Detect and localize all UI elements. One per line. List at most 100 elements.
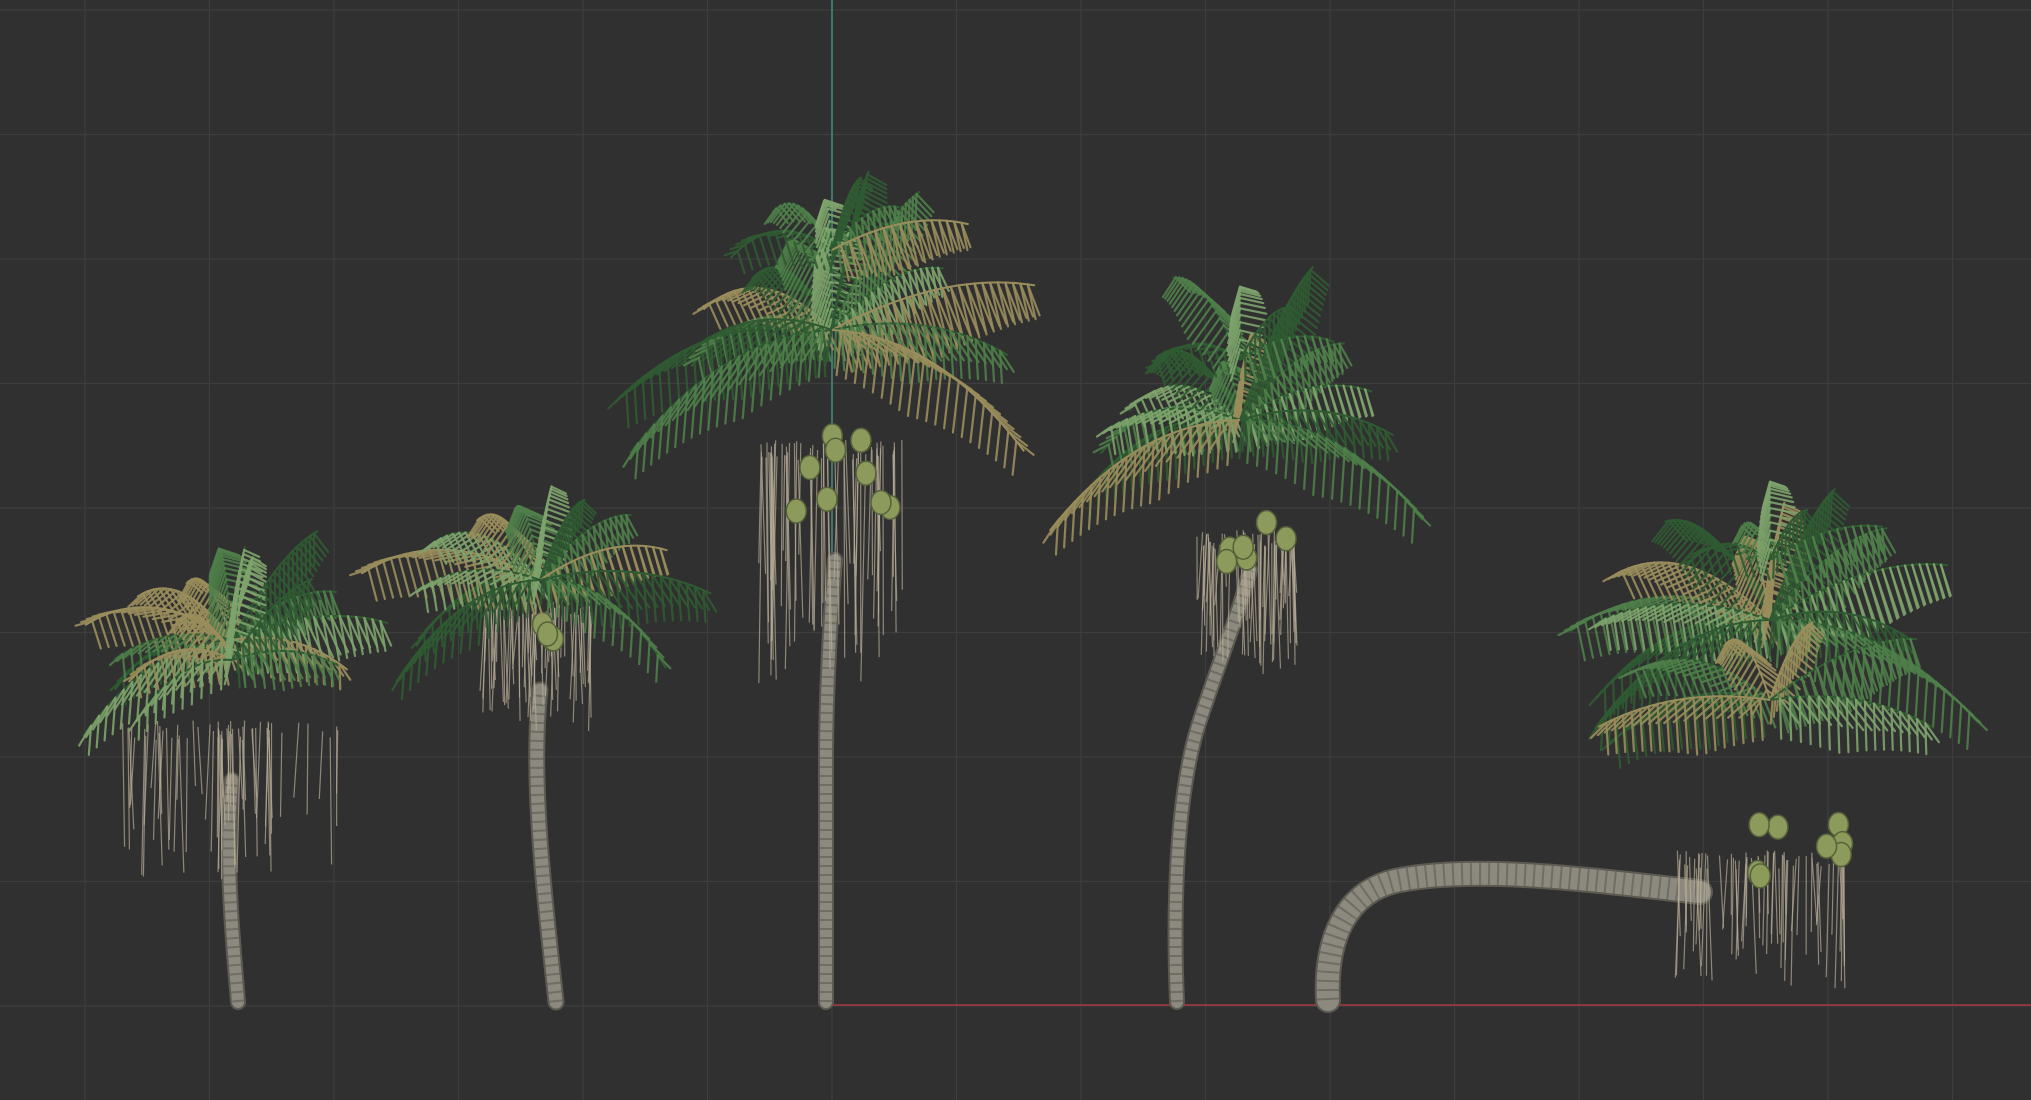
frond-leaflet: [1776, 540, 1780, 574]
frond-leaflet: [172, 677, 176, 714]
hanging-fiber: [1706, 855, 1713, 981]
coconut: [1748, 811, 1770, 838]
frond-leaflet: [974, 395, 1001, 416]
hanging-fiber: [178, 735, 185, 873]
frond-leaflet: [1923, 673, 1929, 725]
frond-leaflet: [300, 541, 303, 584]
frond-leaflet: [1238, 307, 1268, 315]
hanging-fiber: [843, 446, 846, 658]
viewport-canvas[interactable]: [0, 0, 2031, 1100]
frond-leaflet: [1216, 420, 1222, 470]
coconut: [855, 460, 877, 487]
frond-leaflet: [1924, 722, 1928, 756]
hanging-fiber: [306, 723, 309, 815]
frond-leaflet: [775, 207, 789, 225]
frond-leaflet: [658, 364, 664, 413]
frond-leaflet: [1563, 620, 1587, 632]
frond-leaflet: [1872, 702, 1877, 751]
coconut: [1767, 814, 1789, 840]
frond-leaflet: [190, 666, 195, 706]
hanging-fiber: [860, 454, 867, 682]
hanging-fiber: [220, 739, 224, 880]
frond-leaflet: [1808, 695, 1812, 746]
frond-leaflet: [1011, 439, 1018, 476]
coconut: [785, 498, 808, 524]
palm-tree-1[interactable]: [74, 530, 393, 1010]
hanging-fiber: [1705, 868, 1708, 976]
frond-leaflet: [649, 370, 655, 417]
frond-leaflet: [1881, 568, 1899, 620]
frond-leaflet: [1412, 508, 1432, 527]
frond-leaflet: [991, 411, 1015, 431]
frond-leaflet: [957, 332, 963, 380]
palm-tree-group[interactable]: [74, 170, 1989, 1013]
frond-leaflet: [295, 545, 299, 590]
frond-leaflet: [1003, 430, 1010, 469]
frond-leaflet: [990, 345, 996, 383]
frond-leaflet: [1890, 707, 1894, 751]
frond-leaflet: [1385, 481, 1390, 525]
frond-leaflet: [137, 714, 141, 741]
frond-leaflet: [1802, 509, 1806, 535]
frond-leaflet: [1863, 700, 1868, 752]
frond-leaflet: [1226, 419, 1232, 467]
frond-leaflet: [338, 662, 342, 691]
hanging-fiber: [197, 726, 203, 795]
frond-leaflet: [1376, 473, 1382, 519]
frond-leaflet: [128, 714, 141, 732]
hanging-fiber: [318, 731, 324, 800]
frond-leaflet: [1795, 513, 1799, 544]
frond-leaflet: [655, 654, 659, 683]
palm-tree-5[interactable]: [1314, 480, 1989, 1013]
frond-leaflet: [633, 383, 638, 425]
frond-leaflet: [1321, 437, 1328, 498]
frond-leaflet: [966, 335, 971, 380]
frond-leaflet: [656, 349, 686, 376]
frond-leaflet: [1393, 490, 1399, 531]
hanging-fiber: [192, 720, 197, 787]
frond-leaflet: [1791, 516, 1795, 550]
frond-leaflet: [389, 557, 403, 598]
hanging-fiber: [1197, 532, 1204, 599]
frond-leaflet: [459, 605, 466, 655]
hanging-fiber: [1285, 533, 1290, 659]
frond-leaflet: [969, 395, 977, 444]
frond-leaflet: [648, 642, 665, 659]
frond-leaflet: [1787, 521, 1792, 557]
frond-leaflet: [163, 684, 167, 719]
hanging-fiber: [1692, 858, 1696, 952]
hanging-fiber: [293, 722, 300, 798]
coconut: [850, 427, 872, 453]
hanging-fiber: [556, 605, 560, 712]
frond-leaflet: [646, 642, 651, 674]
frond-leaflet: [1557, 625, 1579, 637]
frond-leaflet: [966, 387, 995, 409]
frond-leaflet: [724, 360, 732, 425]
hanging-fiber: [1722, 859, 1729, 930]
frond-leaflet: [1907, 714, 1911, 753]
frond-leaflet: [1605, 721, 1610, 756]
palm-tree-3[interactable]: [607, 170, 1041, 1010]
frond-leaflet: [200, 662, 204, 700]
hanging-fiber: [1780, 854, 1784, 968]
frond-leaflet: [974, 338, 980, 381]
frond-leaflet: [629, 621, 634, 658]
frond-leaflet: [743, 243, 754, 271]
frond-leaflet: [1588, 687, 1606, 707]
frond-leaflet: [1898, 710, 1903, 752]
hanging-fiber: [329, 737, 333, 865]
coconut: [824, 437, 847, 463]
frond-leaflet: [625, 390, 630, 429]
frond-leaflet: [1881, 704, 1886, 751]
coconut: [870, 489, 892, 516]
frond-leaflet: [620, 612, 625, 652]
frond-leaflet: [1854, 698, 1859, 753]
palm-tree-2[interactable]: [349, 484, 718, 1011]
frond-leaflet: [210, 659, 214, 695]
frond-leaflet: [1931, 680, 1938, 729]
3d-viewport[interactable]: [0, 0, 2031, 1100]
hanging-fiber: [185, 738, 188, 853]
coconut: [799, 454, 821, 481]
hanging-fiber: [1731, 857, 1735, 955]
frond-leaflet: [607, 390, 628, 410]
